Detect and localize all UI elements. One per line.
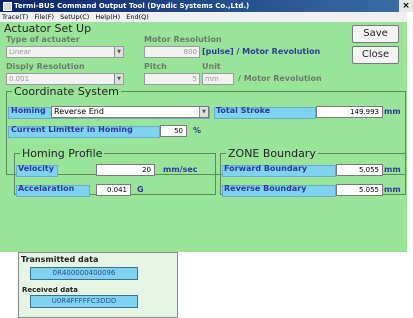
current-limit-label: Current Limitter in Homing (11, 125, 133, 134)
menu-bar: Trace(T) File(F) SetUp(C) Help(H) End(Q) (0, 12, 407, 22)
menu-setup[interactable]: SetUp(C) (60, 13, 89, 21)
forward-input[interactable]: 5.055 (336, 164, 383, 176)
menu-end[interactable]: End(Q) (126, 13, 149, 21)
accel-input[interactable]: 0.041 (96, 184, 131, 196)
unit-label: Unit (202, 62, 221, 71)
window-title: Termi-BUS Command Output Tool (Dyadic Sy… (14, 2, 250, 10)
type-select: Linear ▼ (6, 46, 124, 58)
per-motor-rev: / Motor Revolution (238, 74, 322, 83)
homing-value: Reverse End (54, 107, 104, 116)
menu-trace[interactable]: Trace(T) (2, 13, 28, 21)
app-icon (3, 2, 12, 11)
coordinate-heading: Coordinate System (12, 85, 121, 98)
total-stroke-unit: mm (384, 107, 401, 116)
current-limit-input[interactable]: 50 (160, 125, 187, 137)
accel-unit: G (137, 185, 144, 194)
disp-res-value: 0.001 (9, 75, 30, 83)
chevron-down-icon: ▼ (114, 47, 123, 57)
motor-res-input: 800 (144, 46, 200, 58)
forward-unit: mm (384, 165, 401, 174)
actuator-heading: Actuator Set Up (4, 22, 92, 35)
current-limit-unit: % (193, 126, 202, 135)
title-bar: Termi-BUS Command Output Tool (Dyadic Sy… (0, 0, 413, 12)
velocity-label: Velocity (18, 164, 54, 173)
motor-res-label: Motor Resolution (144, 35, 222, 44)
zone-heading: ZONE Boundary (226, 147, 318, 160)
type-value: Linear (9, 48, 31, 56)
motor-res-unit: [pulse] / Motor Revolution (202, 47, 321, 56)
disp-res-label: Disply Resolution (6, 62, 85, 71)
received-value: U0R4FFFFFC3DDD (30, 295, 138, 308)
menu-file[interactable]: File(F) (34, 13, 54, 21)
unit-input: mm (202, 73, 234, 85)
transmitted-value: 0R400000400096 (30, 267, 138, 280)
reverse-input[interactable]: 5.055 (336, 184, 383, 196)
transmitted-label: Transmitted data (21, 255, 99, 264)
menu-help[interactable]: Help(H) (95, 13, 120, 21)
accel-label: Accelaration (18, 184, 75, 193)
velocity-unit: mm/sec (163, 165, 198, 174)
disp-res-select: 0.001 ▼ (6, 73, 124, 85)
reverse-label: Reverse Boundary (224, 184, 307, 193)
type-label: Type of actuater (6, 35, 80, 44)
forward-label: Forward Boundary (224, 164, 308, 173)
total-stroke-label: Total Stroke (216, 106, 271, 115)
status-panel: Transmitted data 0R400000400096 Received… (18, 252, 178, 318)
velocity-input[interactable]: 20 (96, 164, 155, 176)
homing-profile-heading: Homing Profile (20, 147, 105, 160)
pitch-input: 5 (144, 73, 200, 85)
received-label: Received data (22, 287, 78, 293)
homing-label: Homing (11, 106, 46, 115)
main-panel: Actuator Set Up Type of actuater Linear … (0, 22, 407, 252)
homing-select[interactable]: Reverse End ▼ (51, 106, 209, 118)
pitch-label: Pitch (144, 62, 167, 71)
total-stroke-input[interactable]: 149.993 (316, 106, 383, 118)
app-window: Termi-BUS Command Output Tool (Dyadic Sy… (0, 0, 413, 318)
save-button[interactable]: Save (352, 25, 399, 43)
close-button[interactable]: Close (352, 46, 399, 64)
reverse-unit: mm (384, 185, 401, 194)
chevron-down-icon: ▼ (114, 74, 123, 84)
close-icon[interactable]: × (399, 0, 413, 12)
chevron-down-icon[interactable]: ▼ (199, 107, 208, 117)
